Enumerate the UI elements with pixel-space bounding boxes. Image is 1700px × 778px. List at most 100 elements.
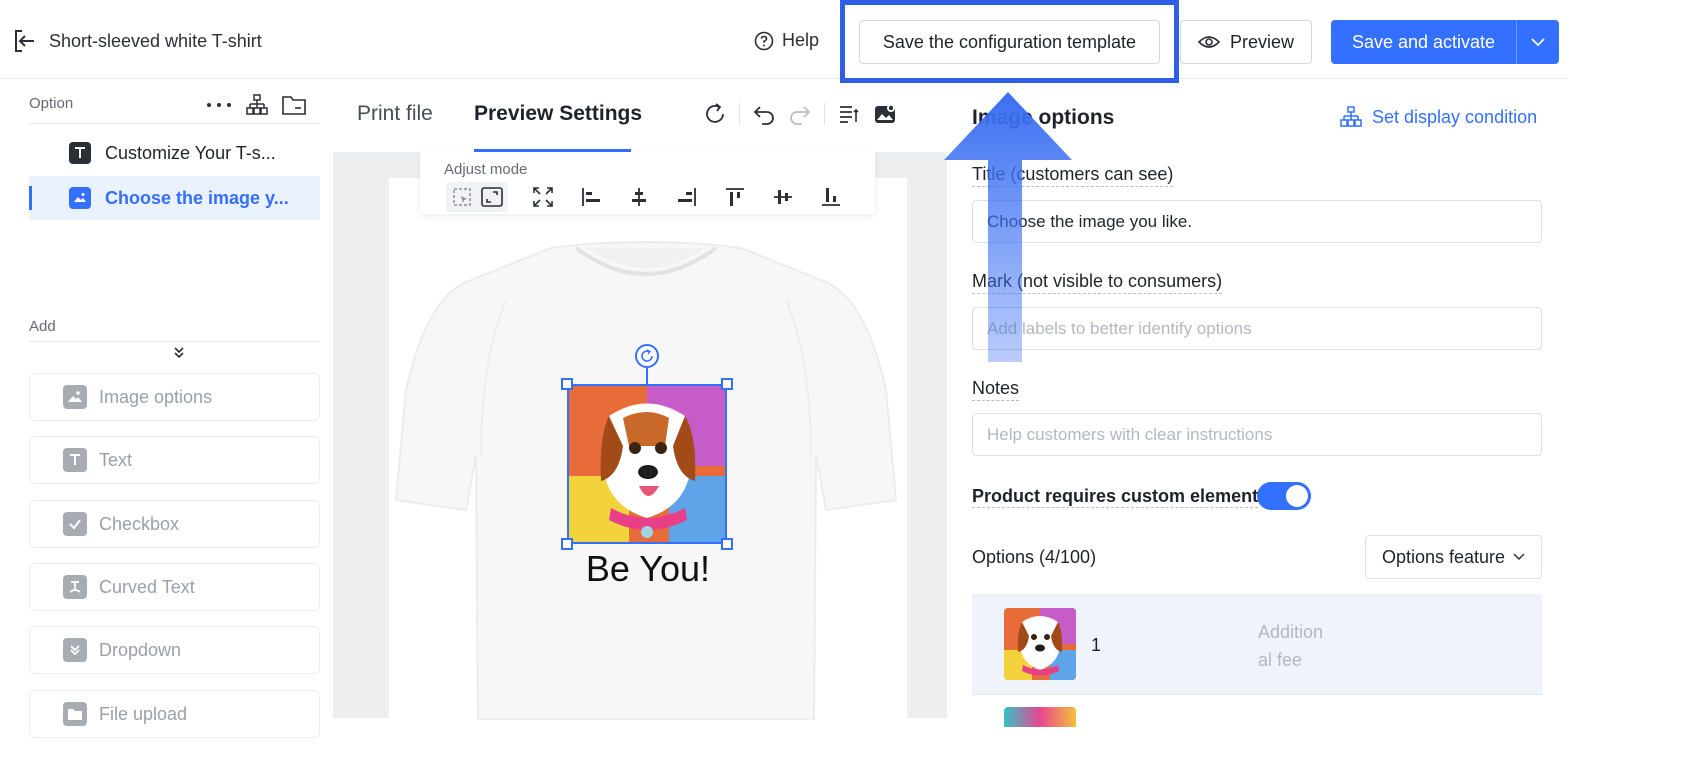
option-name: 1: [1091, 635, 1102, 655]
more-icon[interactable]: [206, 102, 232, 108]
help-link[interactable]: Help: [754, 30, 819, 51]
add-item-label: Dropdown: [99, 639, 182, 660]
divider: [29, 341, 320, 342]
title-field-label: Title (customers can see): [972, 164, 1174, 187]
toggle-knob: [1286, 485, 1308, 507]
top-bar: Short-sleeved white T-shirt Help Save th…: [0, 0, 1568, 79]
canvas-tabs: Print file Preview Settings: [333, 80, 947, 152]
additional-fee-field[interactable]: Addition al fee: [1258, 618, 1338, 674]
selection-box[interactable]: [567, 384, 727, 544]
save-template-button[interactable]: Save the configuration template: [859, 20, 1160, 64]
option-thumbnail: [1004, 608, 1076, 680]
refresh-icon[interactable]: [703, 102, 727, 126]
redo-icon[interactable]: [788, 102, 812, 126]
mark-input[interactable]: Add labels to better identify options: [972, 307, 1542, 350]
folder-icon: [63, 702, 87, 726]
add-item-label: File upload: [99, 703, 188, 724]
layers-list-icon[interactable]: [837, 102, 861, 126]
chevron-down-icon: [1531, 38, 1545, 47]
resize-handle[interactable]: [561, 378, 573, 390]
double-chevron-down-icon[interactable]: [172, 346, 186, 360]
tab-print-file[interactable]: Print file: [357, 102, 433, 126]
add-dropdown[interactable]: Dropdown: [29, 626, 320, 674]
curved-text-icon: [63, 575, 87, 599]
options-feature-label: Options feature: [1381, 546, 1506, 567]
option-item-label: Customize Your T-s...: [105, 142, 276, 163]
option-item-label: Choose the image y...: [105, 187, 289, 208]
rotate-connector: [646, 368, 648, 384]
custom-element-toggle-label: Product requires custom element: [972, 486, 1259, 508]
options-feature-dropdown[interactable]: Options feature: [1365, 535, 1542, 579]
adjust-mode-panel: Adjust mode: [420, 152, 875, 214]
left-sidebar: Option Customize Your T-s... Choose the …: [0, 80, 333, 738]
mark-field-label: Mark (not visible to consumers): [972, 271, 1223, 294]
add-image-options[interactable]: Image options: [29, 373, 320, 421]
active-marker: [29, 186, 32, 210]
canvas-toolbar: [703, 102, 897, 126]
option-row[interactable]: [972, 694, 1542, 727]
print-text[interactable]: Be You!: [557, 548, 739, 590]
question-circle-icon: [754, 31, 774, 50]
undo-icon[interactable]: [752, 102, 776, 126]
image-settings-icon[interactable]: [873, 102, 897, 126]
text-icon: [63, 448, 87, 472]
align-top-icon[interactable]: [722, 185, 748, 209]
chevron-down-icon: [1513, 553, 1525, 561]
save-activate-label: Save and activate: [1351, 31, 1496, 52]
preview-button[interactable]: Preview: [1180, 20, 1312, 64]
rotate-handle[interactable]: [635, 344, 659, 368]
crop-mode-icon[interactable]: [479, 185, 505, 209]
option-item-choose-image[interactable]: Choose the image y...: [29, 176, 320, 220]
checkbox-icon: [63, 512, 87, 536]
divider: [29, 123, 320, 124]
add-curved-text[interactable]: Curved Text: [29, 563, 320, 611]
image-icon: [63, 385, 87, 409]
align-left-icon[interactable]: [578, 185, 604, 209]
add-item-label: Curved Text: [99, 576, 195, 597]
hierarchy-icon[interactable]: [246, 94, 268, 116]
option-toolbar: [206, 94, 306, 116]
option-row[interactable]: 1 Addition al fee: [972, 594, 1542, 694]
save-activate-button[interactable]: Save and activate: [1331, 20, 1516, 64]
fee-line-2: al fee: [1258, 650, 1303, 670]
toolbar-separator: [824, 103, 825, 125]
notes-input[interactable]: Help customers with clear instructions: [972, 413, 1542, 456]
align-middle-vertical-icon[interactable]: [770, 185, 796, 209]
option-thumbnail: [1004, 707, 1076, 727]
hierarchy-icon: [1340, 106, 1362, 127]
add-text[interactable]: Text: [29, 436, 320, 484]
tab-preview-settings[interactable]: Preview Settings: [474, 102, 642, 126]
product-title: Short-sleeved white T-shirt: [49, 31, 262, 51]
option-item-customize[interactable]: Customize Your T-s...: [29, 131, 320, 175]
set-display-condition-link[interactable]: Set display condition: [1340, 106, 1537, 128]
add-item-label: Text: [99, 449, 133, 470]
exit-icon[interactable]: [12, 28, 38, 54]
adjust-mode-label: Adjust mode: [444, 161, 528, 178]
folder-icon[interactable]: [282, 95, 306, 115]
align-bottom-icon[interactable]: [818, 185, 844, 209]
add-section-title: Add: [29, 318, 56, 335]
align-right-icon[interactable]: [674, 185, 700, 209]
notes-label: Notes: [972, 378, 1020, 401]
display-condition-label: Set display condition: [1372, 106, 1538, 127]
resize-handle[interactable]: [721, 378, 733, 390]
help-label: Help: [782, 30, 820, 50]
option-section-title: Option: [29, 95, 74, 112]
add-file-upload[interactable]: File upload: [29, 690, 320, 738]
options-count: Options (4/100): [972, 547, 1097, 567]
add-item-label: Checkbox: [99, 513, 180, 534]
design-canvas: Print file Preview Settings Be You! Adju…: [333, 80, 947, 720]
fit-to-area-icon[interactable]: [530, 185, 556, 209]
add-checkbox[interactable]: Checkbox: [29, 500, 320, 548]
select-mode-icon[interactable]: [449, 185, 475, 209]
image-icon: [69, 187, 91, 209]
dropdown-icon: [63, 638, 87, 662]
align-center-horizontal-icon[interactable]: [626, 185, 652, 209]
save-activate-dropdown[interactable]: [1516, 20, 1559, 64]
save-template-label: Save the configuration template: [882, 31, 1137, 52]
custom-element-toggle[interactable]: [1257, 482, 1311, 510]
properties-panel: Image options Set display condition Titl…: [947, 80, 1568, 727]
text-icon: [69, 142, 91, 164]
rotate-icon: [641, 349, 653, 362]
title-input[interactable]: Choose the image you like.: [972, 200, 1542, 243]
